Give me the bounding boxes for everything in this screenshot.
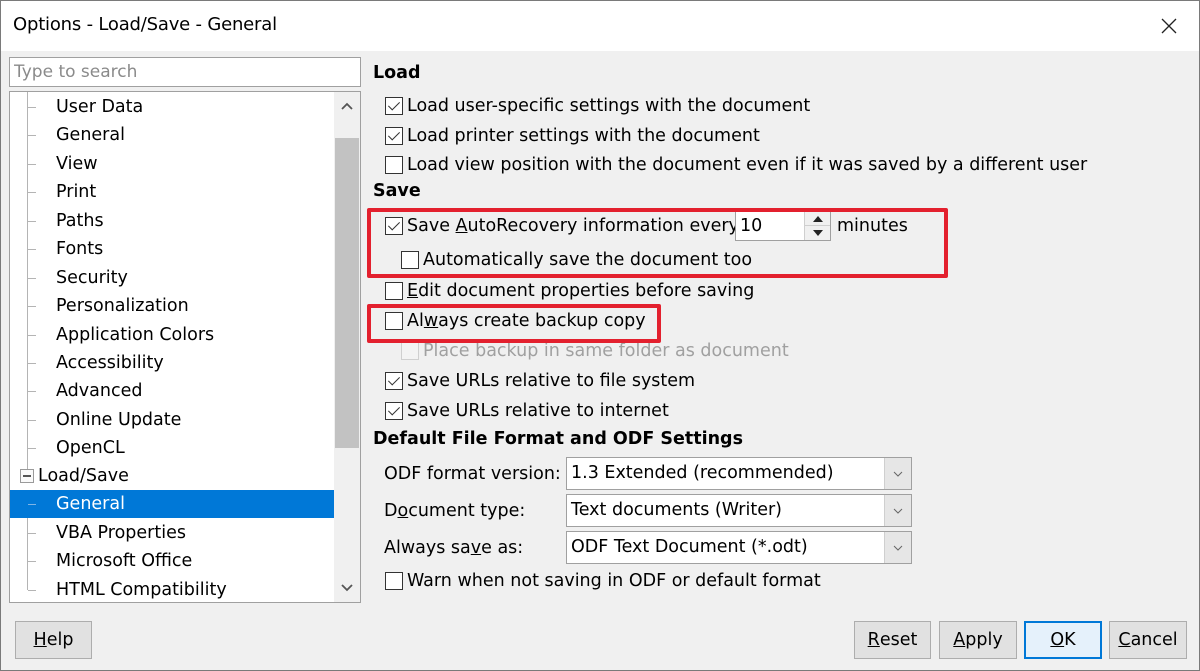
checkbox[interactable] <box>385 372 403 390</box>
tree-item-security[interactable]: Security <box>10 264 334 292</box>
close-icon <box>1161 18 1177 34</box>
tree-item-print[interactable]: Print <box>10 178 334 206</box>
load-printer-settings-checkbox[interactable]: Load printer settings with the document <box>385 123 760 149</box>
chevron-down-icon <box>893 508 903 514</box>
always-save-as-label: Always save as: <box>384 538 524 558</box>
always-save-as-dropdown[interactable]: ODF Text Document (*.odt) <box>566 531 912 564</box>
odf-version-label: ODF format version: <box>384 464 561 484</box>
checkbox[interactable] <box>385 127 403 145</box>
save-section-title: Save <box>373 181 421 201</box>
tree-item-load-save[interactable]: Load/Save <box>10 462 334 490</box>
tree-item-vba-properties[interactable]: VBA Properties <box>10 519 334 547</box>
autorecovery-minutes-spinner[interactable] <box>735 211 831 241</box>
tree-item-accessibility[interactable]: Accessibility <box>10 349 334 377</box>
chevron-down-icon <box>893 545 903 551</box>
tree-item-paths[interactable]: Paths <box>10 207 334 235</box>
save-urls-filesystem-checkbox[interactable]: Save URLs relative to file system <box>385 368 695 394</box>
tree-scrollbar[interactable] <box>334 92 360 602</box>
options-panel: Load Load user-specific settings with th… <box>363 57 1199 607</box>
tree-item-microsoft-office[interactable]: Microsoft Office <box>10 547 334 575</box>
triangle-up-icon <box>812 215 823 222</box>
collapse-icon[interactable] <box>20 469 34 483</box>
cancel-button[interactable]: Cancel <box>1109 621 1187 659</box>
title-bar: Options - Load/Save - General <box>1 1 1199 51</box>
apply-button[interactable]: Apply <box>939 621 1017 659</box>
search-input[interactable] <box>9 57 361 87</box>
spin-up-button[interactable] <box>805 212 830 226</box>
triangle-down-icon <box>812 230 823 236</box>
save-urls-internet-checkbox[interactable]: Save URLs relative to internet <box>385 398 669 424</box>
document-type-label: Document type: <box>384 501 526 521</box>
chevron-up-icon <box>341 102 353 110</box>
checkbox[interactable] <box>401 251 419 269</box>
tree-item-load-save-general[interactable]: General <box>10 490 334 518</box>
checkbox[interactable] <box>385 572 403 590</box>
checkbox <box>401 342 419 360</box>
load-user-settings-checkbox[interactable]: Load user-specific settings with the doc… <box>385 93 810 119</box>
warn-odf-checkbox[interactable]: Warn when not saving in ODF or default f… <box>385 568 821 594</box>
scroll-down-button[interactable] <box>334 574 360 602</box>
tree-item-general[interactable]: General <box>10 121 334 149</box>
load-view-position-checkbox[interactable]: Load view position with the document eve… <box>385 152 1087 178</box>
checkbox[interactable] <box>385 312 403 330</box>
odf-version-dropdown[interactable]: 1.3 Extended (recommended) <box>566 457 912 490</box>
backup-copy-checkbox[interactable]: Al w ays create backup copy <box>385 308 646 334</box>
close-button[interactable] <box>1139 1 1199 51</box>
tree-item-view[interactable]: View <box>10 150 334 178</box>
tree-item-application-colors[interactable]: Application Colors <box>10 321 334 349</box>
window-title: Options - Load/Save - General <box>13 14 277 35</box>
ok-button[interactable]: OK <box>1024 621 1102 659</box>
backup-same-folder-checkbox: Place backup in same folder as document <box>401 338 789 364</box>
checkbox[interactable] <box>385 282 403 300</box>
checkbox[interactable] <box>385 402 403 420</box>
options-dialog: Options - Load/Save - General User Data … <box>0 0 1200 671</box>
tree-item-fonts[interactable]: Fonts <box>10 235 334 263</box>
chevron-down-icon <box>341 584 353 592</box>
tree-item-online-update[interactable]: Online Update <box>10 406 334 434</box>
chevron-down-icon <box>893 471 903 477</box>
load-section-title: Load <box>373 63 421 83</box>
checkbox[interactable] <box>385 156 403 174</box>
tree-item-opencl[interactable]: OpenCL <box>10 434 334 462</box>
edit-properties-checkbox[interactable]: Edit document properties before saving <box>385 278 754 304</box>
tree-item-advanced[interactable]: Advanced <box>10 377 334 405</box>
options-tree: User Data General View Print Paths Fonts… <box>9 91 361 603</box>
checkbox[interactable] <box>385 217 403 235</box>
tree-item-user-data[interactable]: User Data <box>10 93 334 121</box>
tree-item-html-compatibility[interactable]: HTML Compatibility <box>10 576 334 602</box>
help-button[interactable]: Help <box>15 621 92 659</box>
scroll-up-button[interactable] <box>334 92 360 120</box>
autorecovery-checkbox[interactable]: Save AutoRecovery information every: <box>385 213 744 239</box>
autosave-document-checkbox[interactable]: Automatically save the document too <box>401 247 752 273</box>
autorecovery-minutes-input[interactable] <box>736 212 804 240</box>
checkbox[interactable] <box>385 97 403 115</box>
scroll-thumb[interactable] <box>335 138 359 448</box>
minutes-label: minutes <box>837 216 908 236</box>
tree-item-personalization[interactable]: Personalization <box>10 292 334 320</box>
format-section-title: Default File Format and ODF Settings <box>373 429 743 449</box>
document-type-dropdown[interactable]: Text documents (Writer) <box>566 494 912 527</box>
spin-down-button[interactable] <box>805 226 830 240</box>
reset-button[interactable]: Reset <box>854 621 931 659</box>
